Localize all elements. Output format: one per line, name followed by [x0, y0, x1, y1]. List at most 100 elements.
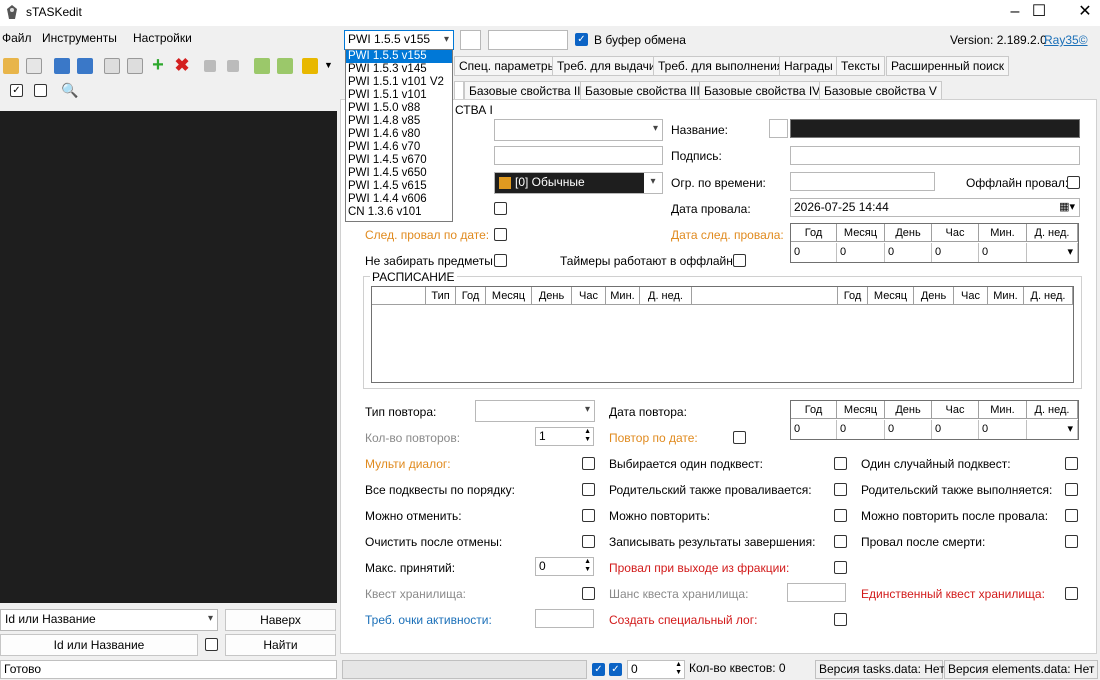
grid-cell[interactable]: 0	[791, 420, 837, 439]
open-folder-icon[interactable]	[3, 58, 19, 74]
collapse-icon[interactable]	[227, 60, 239, 72]
tab-advanced-search[interactable]: Расширенный поиск	[886, 56, 1009, 76]
time-limit-field[interactable]	[790, 172, 935, 191]
next-fail-by-date-checkbox[interactable]	[494, 228, 507, 241]
quest-type-combo[interactable]: ▾	[494, 119, 663, 141]
no-take-items-checkbox[interactable]	[494, 254, 507, 267]
fail-on-faction-leave-checkbox[interactable]	[834, 561, 847, 574]
grid-cell[interactable]: 0	[979, 420, 1027, 439]
clear-after-cancel-checkbox[interactable]	[582, 535, 595, 548]
create-special-log-checkbox[interactable]	[834, 613, 847, 626]
menu-file[interactable]: Файл	[2, 31, 32, 45]
next-fail-date-grid[interactable]: Год Месяц День Час Мин. Д. нед. 0 0 0 0 …	[790, 223, 1079, 263]
grid-cell[interactable]: 0	[837, 420, 885, 439]
tab-base-props-2[interactable]: Базовые свойства II	[464, 81, 586, 101]
record-results-checkbox[interactable]	[834, 535, 847, 548]
delete-icon[interactable]: ✖	[174, 56, 190, 74]
author-link[interactable]: Ray35©	[1044, 33, 1088, 47]
filter-icon[interactable]	[302, 58, 318, 74]
tab-complete-requirements[interactable]: Треб. для выполнения	[653, 56, 789, 76]
version-dropdown-list[interactable]: PWI 1.5.5 v155 PWI 1.5.3 v145 PWI 1.5.1 …	[345, 49, 453, 222]
chevron-down-icon[interactable]: ▾	[1027, 420, 1078, 439]
one-subquest-checkbox[interactable]	[834, 457, 847, 470]
search-mode-combo[interactable]: Id или Название ▾	[0, 609, 218, 631]
offline-fail-checkbox[interactable]	[1067, 176, 1080, 189]
name-color-box[interactable]	[769, 119, 788, 138]
fail-date-picker[interactable]: 2026-07-25 14:44 ▦▾	[790, 198, 1080, 217]
uncheck-all-icon[interactable]	[34, 84, 47, 97]
find-button[interactable]: Найти	[225, 634, 336, 656]
can-cancel-checkbox[interactable]	[582, 509, 595, 522]
add-icon[interactable]: +	[150, 55, 166, 75]
copy-icon[interactable]	[104, 58, 120, 74]
menu-settings[interactable]: Настройки	[133, 31, 192, 45]
save-icon[interactable]	[54, 58, 70, 74]
grid-cell[interactable]: 0	[932, 243, 979, 262]
fail-on-death-checkbox[interactable]	[1065, 535, 1078, 548]
schedule-grid[interactable]: Тип Год Месяц День Час Мин. Д. нед. Год …	[371, 286, 1074, 383]
storage-quest-checkbox[interactable]	[582, 587, 595, 600]
multi-dialog-checkbox[interactable]	[582, 457, 595, 470]
tab-base-props-5[interactable]: Базовые свойства V	[819, 81, 942, 101]
version-option[interactable]: PWI 1.5.0 v88	[346, 102, 452, 115]
id-field[interactable]	[494, 146, 663, 165]
search-icon[interactable]: 🔍	[61, 82, 78, 99]
version-option[interactable]: CN 1.3.6 v101	[346, 206, 452, 219]
grid-cell[interactable]: 0	[885, 420, 932, 439]
repeat-by-date-checkbox[interactable]	[733, 431, 746, 444]
only-storage-quest-checkbox[interactable]	[1065, 587, 1078, 600]
quest-tree[interactable]	[0, 111, 337, 603]
all-in-order-checkbox[interactable]	[582, 483, 595, 496]
repeat-date-grid[interactable]: Год Месяц День Час Мин. Д. нед. 0 0 0 0 …	[790, 400, 1079, 440]
grid-cell[interactable]: 0	[932, 420, 979, 439]
caption-field[interactable]	[790, 146, 1080, 165]
version-select[interactable]: PWI 1.5.5 v155 ▾	[344, 30, 454, 50]
version-option[interactable]: PWI 1.4.5 v650	[346, 167, 452, 180]
tab-base-props-4[interactable]: Базовые свойства IV	[699, 81, 826, 101]
menu-tools[interactable]: Инструменты	[42, 31, 117, 45]
repeat-type-combo[interactable]: ▾	[475, 400, 595, 422]
expand-icon[interactable]	[204, 60, 216, 72]
parent-fails-checkbox[interactable]	[834, 483, 847, 496]
grid-cell[interactable]: 0	[791, 243, 837, 262]
status-checkbox-1[interactable]: ✓	[592, 663, 605, 676]
offline-timers-checkbox[interactable]	[733, 254, 746, 267]
clipboard-checkbox[interactable]: ✓	[575, 33, 588, 46]
version-option[interactable]: PWI 1.4.5 v670	[346, 154, 452, 167]
activity-points-field[interactable]	[535, 609, 594, 628]
version-option[interactable]: PWI 1.4.4 v606	[346, 193, 452, 206]
tab-base-props-1[interactable]	[454, 81, 464, 101]
new-file-icon[interactable]	[26, 58, 42, 74]
grid-cell[interactable]: 0	[979, 243, 1027, 262]
category-combo[interactable]: [0] Обычные ▾	[494, 172, 663, 194]
search-id-field[interactable]	[488, 30, 568, 50]
parent-completes-checkbox[interactable]	[1065, 483, 1078, 496]
repeat-count-spinner[interactable]: 1 ▲ ▼	[535, 427, 594, 446]
status-spinner[interactable]: 0 ▲ ▼	[627, 660, 685, 679]
export-icon[interactable]	[277, 58, 293, 74]
import-icon[interactable]	[254, 58, 270, 74]
check-all-icon[interactable]: ✓	[10, 84, 23, 97]
version-option[interactable]: PWI 1.5.3 v145	[346, 63, 452, 76]
up-button[interactable]: Наверх	[225, 609, 336, 631]
paste-icon[interactable]	[127, 58, 143, 74]
storage-chance-field[interactable]	[787, 583, 846, 602]
max-accept-spinner[interactable]: 0 ▲ ▼	[535, 557, 594, 576]
color-box[interactable]	[460, 30, 481, 50]
tab-spec-params[interactable]: Спец. параметры	[454, 56, 562, 76]
tab-texts[interactable]: Тексты	[836, 56, 885, 76]
name-field[interactable]	[790, 119, 1080, 138]
status-checkbox-2[interactable]: ✓	[609, 663, 622, 676]
search-field[interactable]: Id или Название	[0, 634, 198, 656]
random-subquest-checkbox[interactable]	[1065, 457, 1078, 470]
tab-rewards[interactable]: Награды	[779, 56, 838, 76]
search-option-checkbox[interactable]	[205, 638, 218, 651]
version-option[interactable]: PWI 1.5.5 v155	[346, 50, 452, 63]
version-option[interactable]: PWI 1.4.6 v70	[346, 141, 452, 154]
grid-cell[interactable]: 0	[837, 243, 885, 262]
can-repeat-after-fail-checkbox[interactable]	[1065, 509, 1078, 522]
close-button[interactable]: ✕	[1062, 0, 1100, 26]
version-option[interactable]: PWI 1.4.6 v80	[346, 128, 452, 141]
filter-dropdown-icon[interactable]: ▼	[324, 60, 333, 70]
grid-cell[interactable]: 0	[885, 243, 932, 262]
